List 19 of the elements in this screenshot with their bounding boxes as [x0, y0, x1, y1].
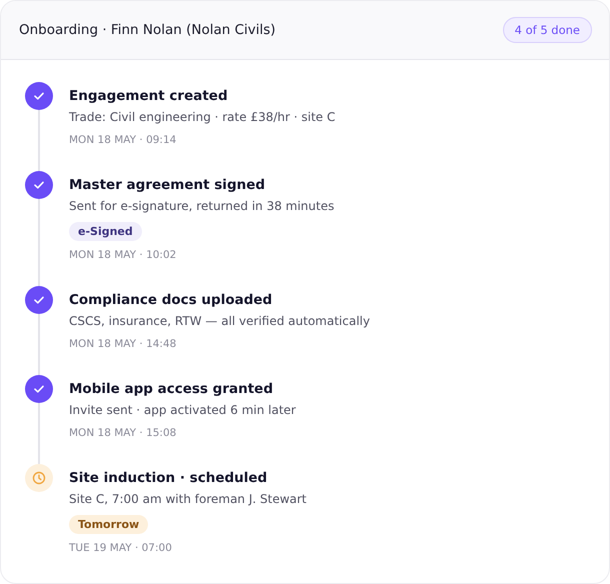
step-title: Master agreement signed — [69, 176, 266, 195]
step-detail: Site C, 7:00 am with foreman J. Stewart — [69, 491, 307, 508]
card-title: Onboarding · Finn Nolan (Nolan Civils) — [19, 22, 276, 38]
step-detail: CSCS, insurance, RTW — all verified automatically — [69, 313, 370, 330]
step-detail: Invite sent · app activated 6 min later — [69, 402, 296, 419]
status-tag: Tomorrow — [69, 515, 148, 534]
status-tag: e-Signed — [69, 222, 142, 241]
step-detail: Trade: Civil engineering · rate £38/hr · site C — [69, 109, 336, 126]
step-timestamp: MON 18 MAY · 14:48 — [69, 337, 178, 352]
step-title: Mobile app access granted — [69, 380, 274, 399]
step-title: Site induction · scheduled — [69, 469, 268, 488]
step-detail: Sent for e-signature, returned in 38 minutes — [69, 198, 334, 215]
step-timestamp: TUE 19 MAY · 07:00 — [69, 541, 173, 556]
step-timestamp: MON 18 MAY · 10:02 — [69, 248, 178, 263]
progress-badge: 4 of 5 done — [502, 17, 592, 43]
step-title: Engagement created — [69, 87, 229, 106]
step-timestamp: MON 18 MAY · 15:08 — [69, 426, 178, 441]
step-timestamp: MON 18 MAY · 09:14 — [69, 133, 178, 148]
step-title: Compliance docs uploaded — [69, 291, 274, 310]
